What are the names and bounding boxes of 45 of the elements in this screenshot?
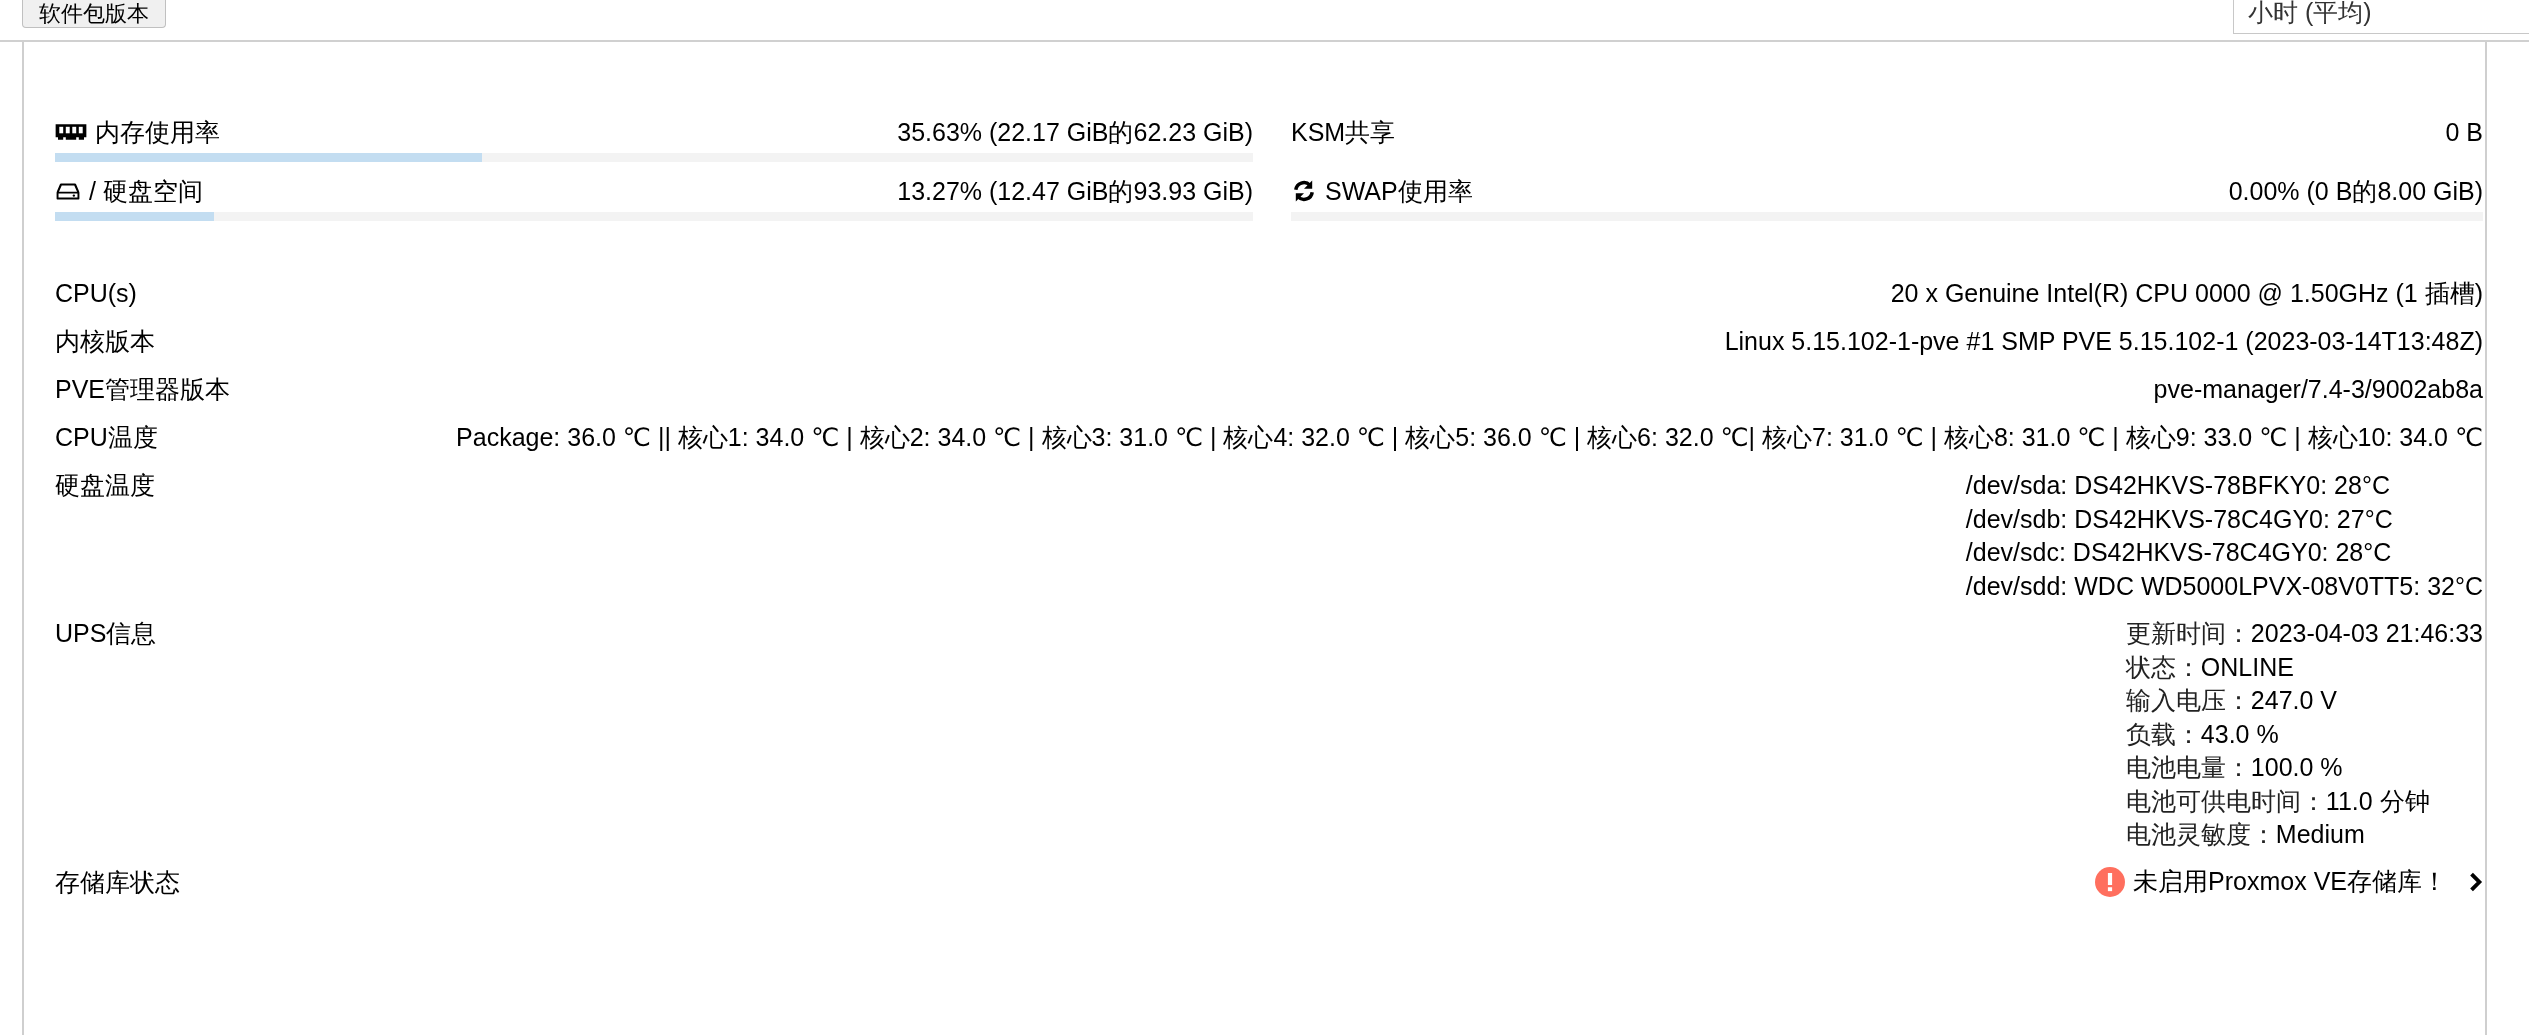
- ups-label: 状态：: [2125, 652, 2201, 681]
- usage-value: 13.27% (12.47 GiB的93.93 GiB): [897, 175, 1253, 207]
- disk-temperature: /dev/sdd: WDC WD5000LPVX-08V0TT5: 32°C: [1965, 570, 2483, 602]
- info-value: Linux 5.15.102-1-pve #1 SMP PVE 5.15.102-1 (2023-03-14T13:48Z): [1724, 326, 2483, 357]
- package-versions-button[interactable]: 软件包版本: [22, 0, 166, 28]
- ups-label: 电池灵敏度：: [2125, 820, 2276, 848]
- refresh-icon: [1292, 179, 1316, 203]
- ups-value: 11.0 分钟: [2325, 786, 2430, 815]
- info-label: 硬盘温度: [55, 470, 156, 501]
- warning-icon: [2095, 866, 2126, 897]
- usage-label: KSM共享: [1291, 116, 1396, 148]
- usage-label: / 硬盘空间: [89, 175, 203, 207]
- usage-label: 内存使用率: [95, 116, 220, 148]
- info-label: CPU(s): [55, 278, 138, 309]
- ups-value: 100.0 %: [2250, 753, 2343, 781]
- memory-icon: [55, 122, 87, 142]
- info-label: CPU温度: [55, 422, 159, 453]
- info-value: Package: 36.0 ℃ || 核心1: 34.0 ℃ | 核心2: 34.0 ℃ | 核心3: 31.0 ℃ | 核心4: 32.0 ℃ | 核心5: 36.0 ℃ | 核心6: 32.0 ℃| 核心7: 31.0 ℃ | 核心8: 31.0 ℃ | 核心9: 33.0 ℃ | 核心10: 34.0 ℃: [456, 422, 2483, 453]
- ups-label: 电池可供电时间：: [2125, 786, 2326, 815]
- disk-temperature: /dev/sdc: DS42HKVS-78C4GY0: 28°C: [1965, 537, 2393, 568]
- info-label: 内核版本: [55, 326, 156, 357]
- ups-label: 更新时间：: [2125, 619, 2251, 647]
- ups-label: 电池电量：: [2125, 753, 2251, 781]
- info-value: pve-manager/7.4-3/9002ab8a: [2153, 374, 2483, 405]
- usage-value: 0 B: [2445, 117, 2483, 147]
- ups-value: 43.0 %: [2200, 719, 2279, 748]
- usage-value: 0.00% (0 B的8.00 GiB): [2228, 175, 2483, 207]
- info-label: 存储库状态: [55, 866, 181, 898]
- ups-value: Medium: [2275, 820, 2365, 848]
- ups-label: 输入电压：: [2125, 686, 2251, 714]
- disk-temperature: /dev/sda: DS42HKVS-78BFKY0: 28°C: [1965, 470, 2391, 501]
- hard-drive-icon: [56, 181, 80, 201]
- info-label: UPS信息: [55, 618, 158, 649]
- usage-value: 35.63% (22.17 GiB的62.23 GiB): [897, 116, 1253, 148]
- usage-label: SWAP使用率: [1325, 175, 1473, 207]
- ups-label: 负载：: [2125, 719, 2201, 748]
- repository-status: 未启用Proxmox VE存储库！: [2133, 866, 2447, 897]
- ups-value: 247.0 V: [2250, 686, 2338, 714]
- chevron-icon[interactable]: [2469, 871, 2483, 892]
- ups-value: ONLINE: [2200, 652, 2294, 681]
- info-value: 20 x Genuine Intel(R) CPU 0000 @ 1.50GHz (1 插槽): [1890, 278, 2483, 309]
- ups-value: 2023-04-03 21:46:33: [2250, 619, 2483, 647]
- timeframe-dropdown[interactable]: 小时 (平均): [2233, 0, 2529, 34]
- disk-temperature: /dev/sdb: DS42HKVS-78C4GY0: 27°C: [1965, 503, 2394, 535]
- info-label: PVE管理器版本: [55, 374, 232, 405]
